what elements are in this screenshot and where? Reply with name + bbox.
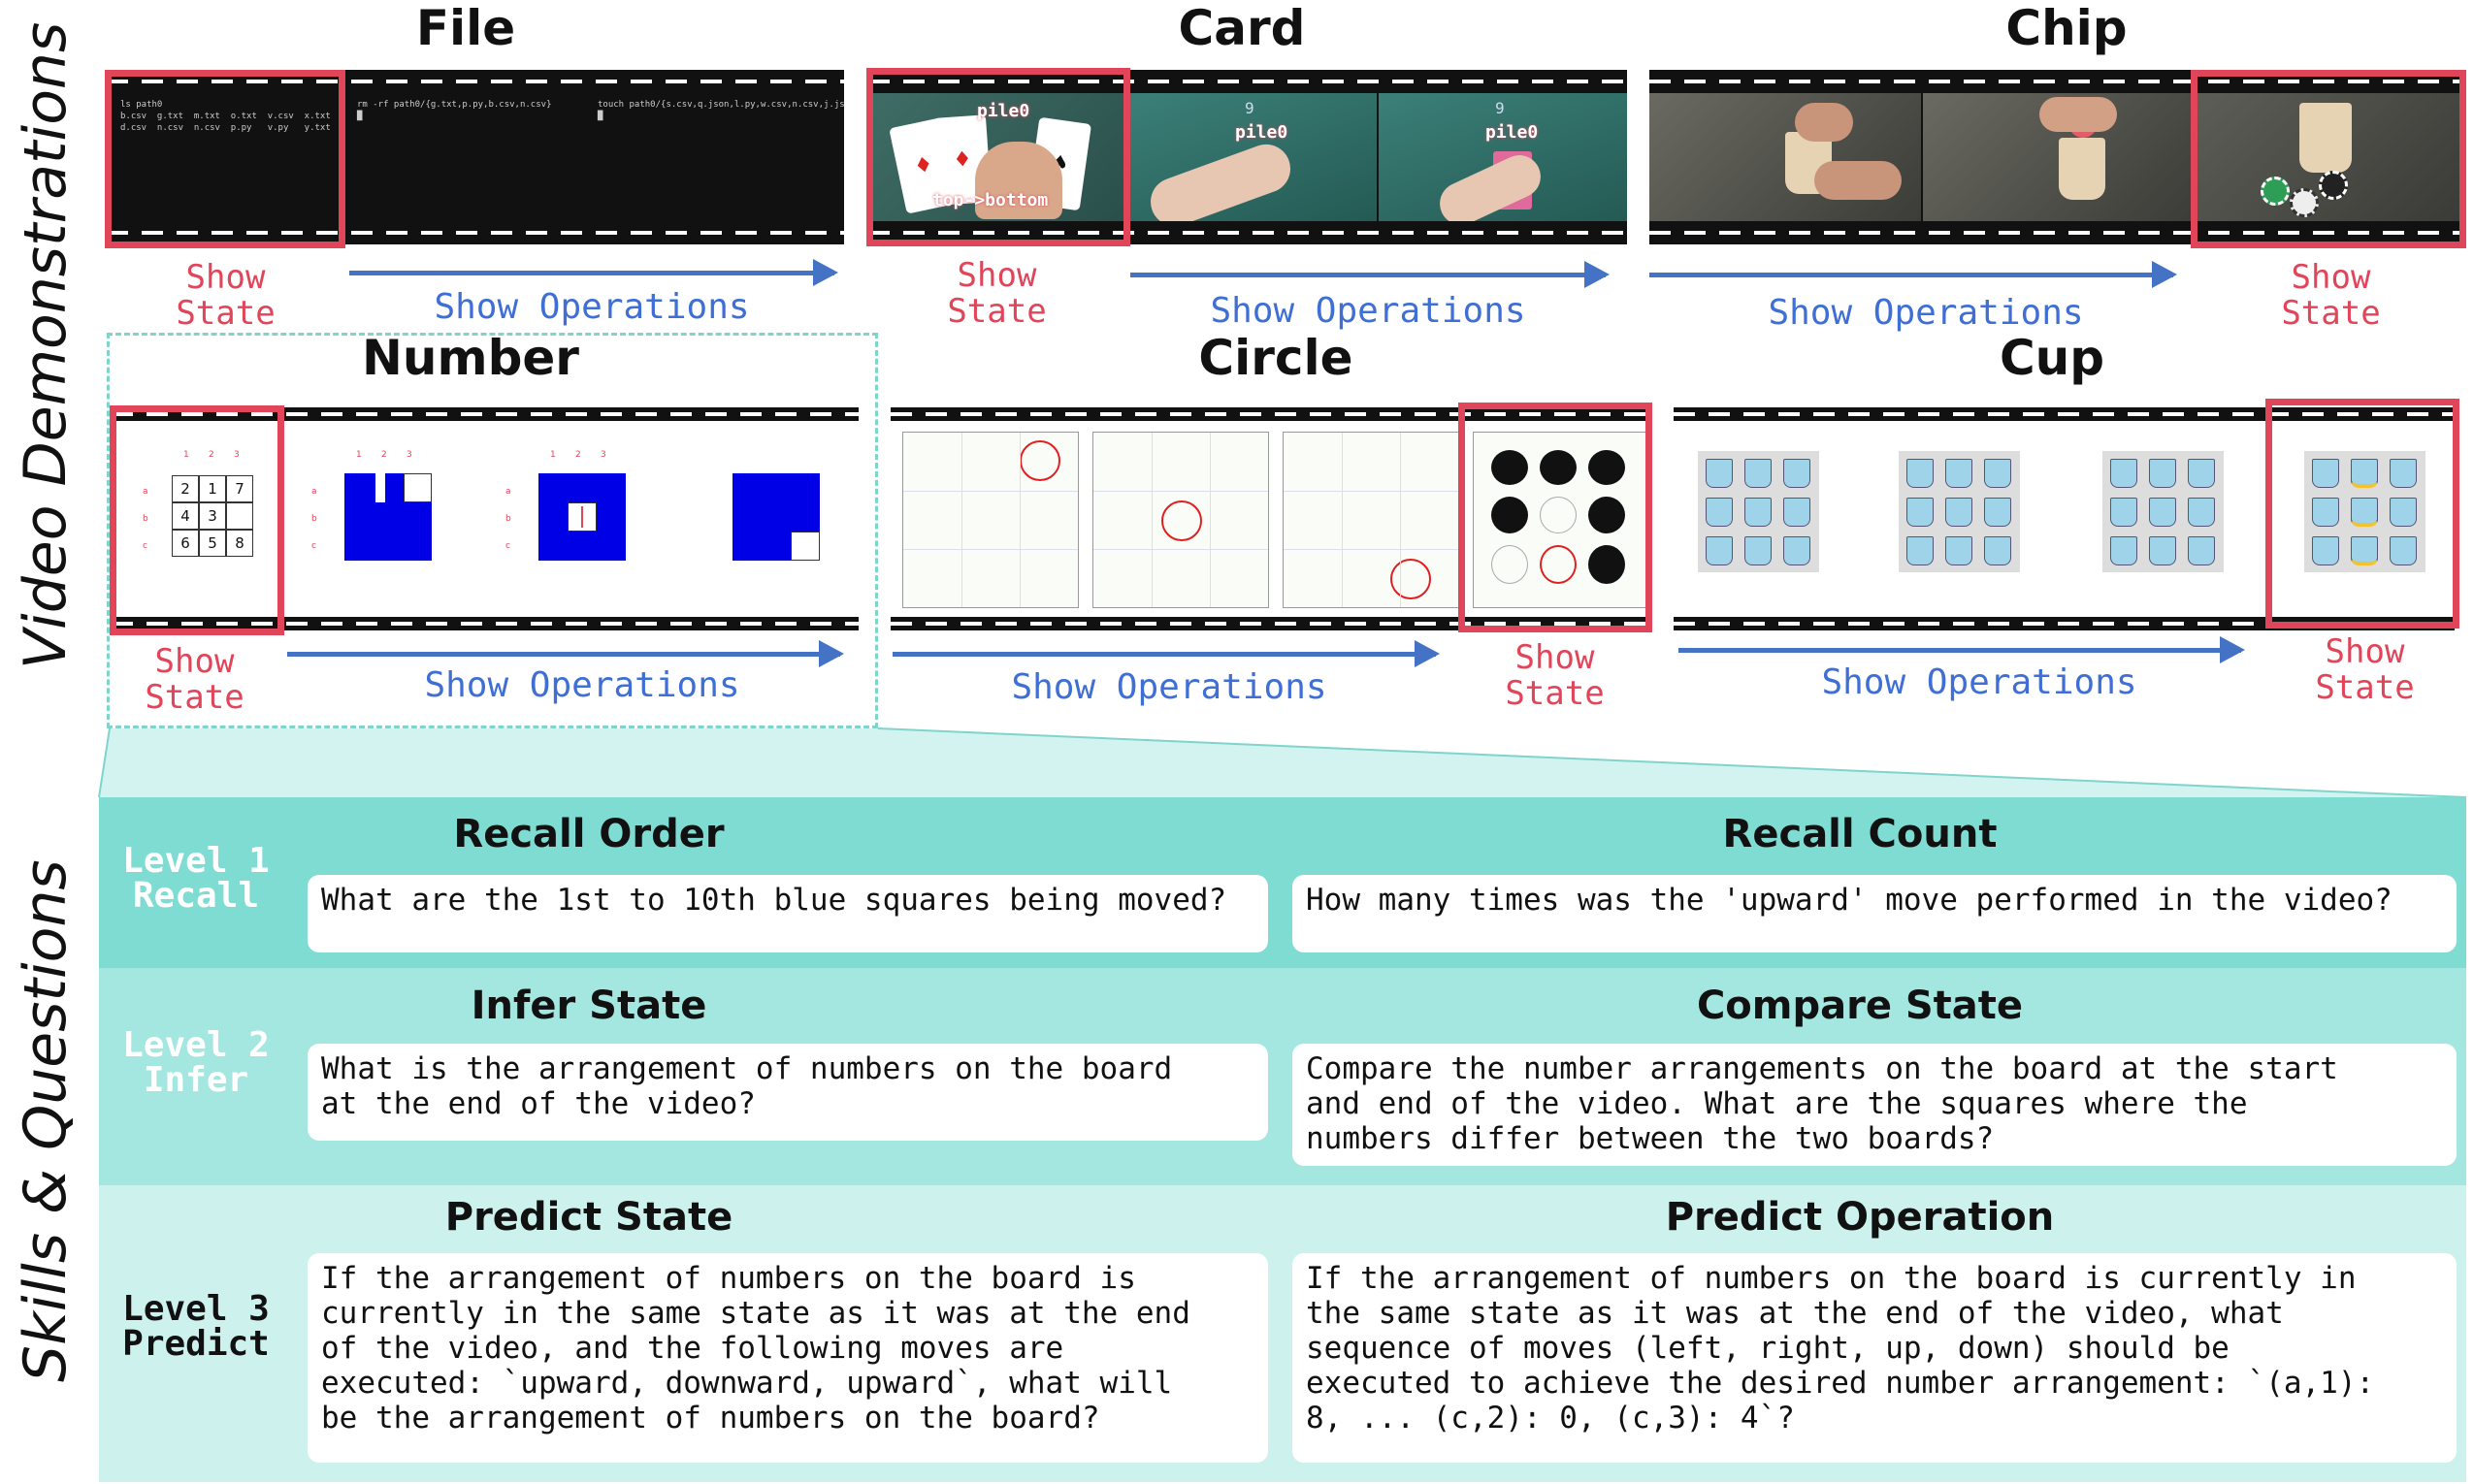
zoom-connector <box>98 727 2467 798</box>
level-3-band: Level 3 Predict Predict State If the arr… <box>99 1185 2466 1482</box>
predict-operation-question: If the arrangement of numbers on the boa… <box>1292 1253 2457 1463</box>
skills-questions-title: Skills & Questions <box>12 859 80 1382</box>
predict-state-question: If the arrangement of numbers on the boa… <box>308 1253 1268 1463</box>
predict-state-title: Predict State <box>444 1195 733 1240</box>
recall-order-question: What are the 1st to 10th blue squares be… <box>308 875 1268 952</box>
predict-operation-title: Predict Operation <box>1665 1195 2055 1240</box>
infer-state-title: Infer State <box>471 984 707 1028</box>
compare-state-title: Compare State <box>1696 984 2024 1028</box>
recall-count-title: Recall Count <box>1722 812 1998 856</box>
compare-state-question: Compare the number arrangements on the b… <box>1292 1044 2457 1166</box>
recall-count-question: How many times was the 'upward' move per… <box>1292 875 2457 952</box>
infer-state-question: What is the arrangement of numbers on th… <box>308 1044 1268 1141</box>
recall-order-title: Recall Order <box>453 812 725 856</box>
level-2-band: Level 2 Infer Infer State What is the ar… <box>99 968 2466 1185</box>
level-3-label: Level 3 Predict <box>122 1289 270 1364</box>
level-1-label: Level 1 Recall <box>122 841 270 916</box>
level-1-band: Level 1 Recall Recall Order What are the… <box>99 797 2466 968</box>
level-2-label: Level 2 Infer <box>122 1025 270 1100</box>
